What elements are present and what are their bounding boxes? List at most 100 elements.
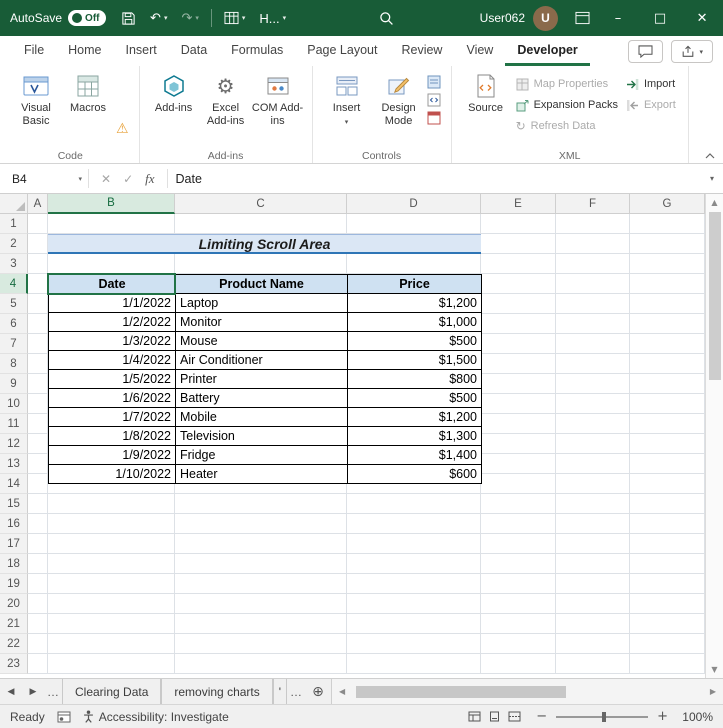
table-cell[interactable]: $1,300 bbox=[347, 426, 482, 446]
cell-A9[interactable] bbox=[28, 374, 48, 394]
column-header-B[interactable]: B bbox=[48, 194, 175, 214]
cell-D1[interactable] bbox=[347, 214, 481, 234]
cell-F17[interactable] bbox=[556, 534, 630, 554]
cell-D22[interactable] bbox=[347, 634, 481, 654]
row-header-6[interactable]: 6 bbox=[0, 314, 28, 334]
properties-icon[interactable] bbox=[427, 75, 441, 89]
table-cell[interactable]: $1,400 bbox=[347, 445, 482, 465]
macro-record-icon[interactable] bbox=[57, 711, 71, 723]
cell-A10[interactable] bbox=[28, 394, 48, 414]
cell-G8[interactable] bbox=[630, 354, 705, 374]
cell-F4[interactable] bbox=[556, 274, 630, 294]
column-header-D[interactable]: D bbox=[347, 194, 481, 214]
cell-F18[interactable] bbox=[556, 554, 630, 574]
share-button[interactable]: ▾ bbox=[671, 40, 713, 63]
cell-G19[interactable] bbox=[630, 574, 705, 594]
save-button[interactable] bbox=[114, 3, 143, 33]
sheet-tab-clearing-data[interactable]: Clearing Data bbox=[62, 679, 162, 704]
workbook-name-menu[interactable]: H... ▾ bbox=[252, 3, 293, 33]
table-cell[interactable]: Heater bbox=[175, 464, 348, 484]
cell-A14[interactable] bbox=[28, 474, 48, 494]
cell-C20[interactable] bbox=[175, 594, 347, 614]
ribbon-tab-view[interactable]: View bbox=[454, 38, 505, 66]
cell-A8[interactable] bbox=[28, 354, 48, 374]
table-cell[interactable]: 1/6/2022 bbox=[48, 388, 176, 408]
cell-F22[interactable] bbox=[556, 634, 630, 654]
cell-E17[interactable] bbox=[481, 534, 556, 554]
avatar[interactable]: U bbox=[533, 5, 559, 31]
table-cell[interactable]: $1,000 bbox=[347, 312, 482, 332]
hscroll-right-arrow[interactable]: ▶ bbox=[705, 687, 721, 696]
row-header-13[interactable]: 13 bbox=[0, 454, 28, 474]
row-header-19[interactable]: 19 bbox=[0, 574, 28, 594]
cell-D19[interactable] bbox=[347, 574, 481, 594]
cell-E6[interactable] bbox=[481, 314, 556, 334]
table-cell[interactable]: 1/5/2022 bbox=[48, 369, 176, 389]
cell-B21[interactable] bbox=[48, 614, 175, 634]
cell-E3[interactable] bbox=[481, 254, 556, 274]
cell-G10[interactable] bbox=[630, 394, 705, 414]
page-break-view-icon[interactable] bbox=[508, 711, 521, 722]
import-button[interactable]: Import bbox=[626, 75, 676, 93]
cell-F19[interactable] bbox=[556, 574, 630, 594]
cell-E7[interactable] bbox=[481, 334, 556, 354]
worksheet-title-banner[interactable]: Limiting Scroll Area bbox=[48, 234, 481, 254]
cell-F21[interactable] bbox=[556, 614, 630, 634]
formula-input[interactable]: Date bbox=[168, 164, 701, 193]
cell-G14[interactable] bbox=[630, 474, 705, 494]
cell-E20[interactable] bbox=[481, 594, 556, 614]
cell-E19[interactable] bbox=[481, 574, 556, 594]
table-cell[interactable]: $600 bbox=[347, 464, 482, 484]
addins-button[interactable]: Add-ins bbox=[148, 71, 200, 115]
cell-D16[interactable] bbox=[347, 514, 481, 534]
horizontal-scrollbar[interactable]: ◀ ▶ bbox=[331, 679, 723, 704]
row-header-14[interactable]: 14 bbox=[0, 474, 28, 494]
row-header-10[interactable]: 10 bbox=[0, 394, 28, 414]
row-header-3[interactable]: 3 bbox=[0, 254, 28, 274]
row-header-17[interactable]: 17 bbox=[0, 534, 28, 554]
cell-E1[interactable] bbox=[481, 214, 556, 234]
cell-E10[interactable] bbox=[481, 394, 556, 414]
cell-B17[interactable] bbox=[48, 534, 175, 554]
zoom-slider[interactable] bbox=[556, 711, 649, 722]
cell-G1[interactable] bbox=[630, 214, 705, 234]
row-header-11[interactable]: 11 bbox=[0, 414, 28, 434]
cell-D20[interactable] bbox=[347, 594, 481, 614]
cell-C17[interactable] bbox=[175, 534, 347, 554]
table-cell[interactable]: $1,200 bbox=[347, 293, 482, 313]
ribbon-tab-data[interactable]: Data bbox=[169, 38, 219, 66]
table-cell[interactable]: Fridge bbox=[175, 445, 348, 465]
cell-B3[interactable] bbox=[48, 254, 175, 274]
row-header-22[interactable]: 22 bbox=[0, 634, 28, 654]
cell-A23[interactable] bbox=[28, 654, 48, 674]
comments-button[interactable] bbox=[628, 40, 664, 63]
cell-C21[interactable] bbox=[175, 614, 347, 634]
zoom-in-button[interactable]: + bbox=[657, 709, 668, 724]
cell-F9[interactable] bbox=[556, 374, 630, 394]
table-cell[interactable]: $500 bbox=[347, 388, 482, 408]
zoom-slider-thumb[interactable] bbox=[602, 711, 607, 722]
cell-D23[interactable] bbox=[347, 654, 481, 674]
table-cell[interactable]: Mouse bbox=[175, 331, 348, 351]
cell-G4[interactable] bbox=[630, 274, 705, 294]
cell-G17[interactable] bbox=[630, 534, 705, 554]
cell-E18[interactable] bbox=[481, 554, 556, 574]
sheet-tab-removing-charts[interactable]: removing charts bbox=[161, 679, 273, 704]
cell-B19[interactable] bbox=[48, 574, 175, 594]
table-cell[interactable]: Air Conditioner bbox=[175, 350, 348, 370]
table-cell[interactable]: Laptop bbox=[175, 293, 348, 313]
cell-A15[interactable] bbox=[28, 494, 48, 514]
cell-A21[interactable] bbox=[28, 614, 48, 634]
collapse-ribbon-icon[interactable] bbox=[705, 153, 715, 159]
autosave-control[interactable]: AutoSave Off bbox=[10, 10, 107, 26]
cell-G9[interactable] bbox=[630, 374, 705, 394]
formula-bar-expand-icon[interactable]: ▾ bbox=[701, 164, 723, 193]
table-cell[interactable]: 1/2/2022 bbox=[48, 312, 176, 332]
row-header-21[interactable]: 21 bbox=[0, 614, 28, 634]
cell-E21[interactable] bbox=[481, 614, 556, 634]
table-cell[interactable]: Television bbox=[175, 426, 348, 446]
cell-A11[interactable] bbox=[28, 414, 48, 434]
row-header-1[interactable]: 1 bbox=[0, 214, 28, 234]
cell-A1[interactable] bbox=[28, 214, 48, 234]
cell-F5[interactable] bbox=[556, 294, 630, 314]
